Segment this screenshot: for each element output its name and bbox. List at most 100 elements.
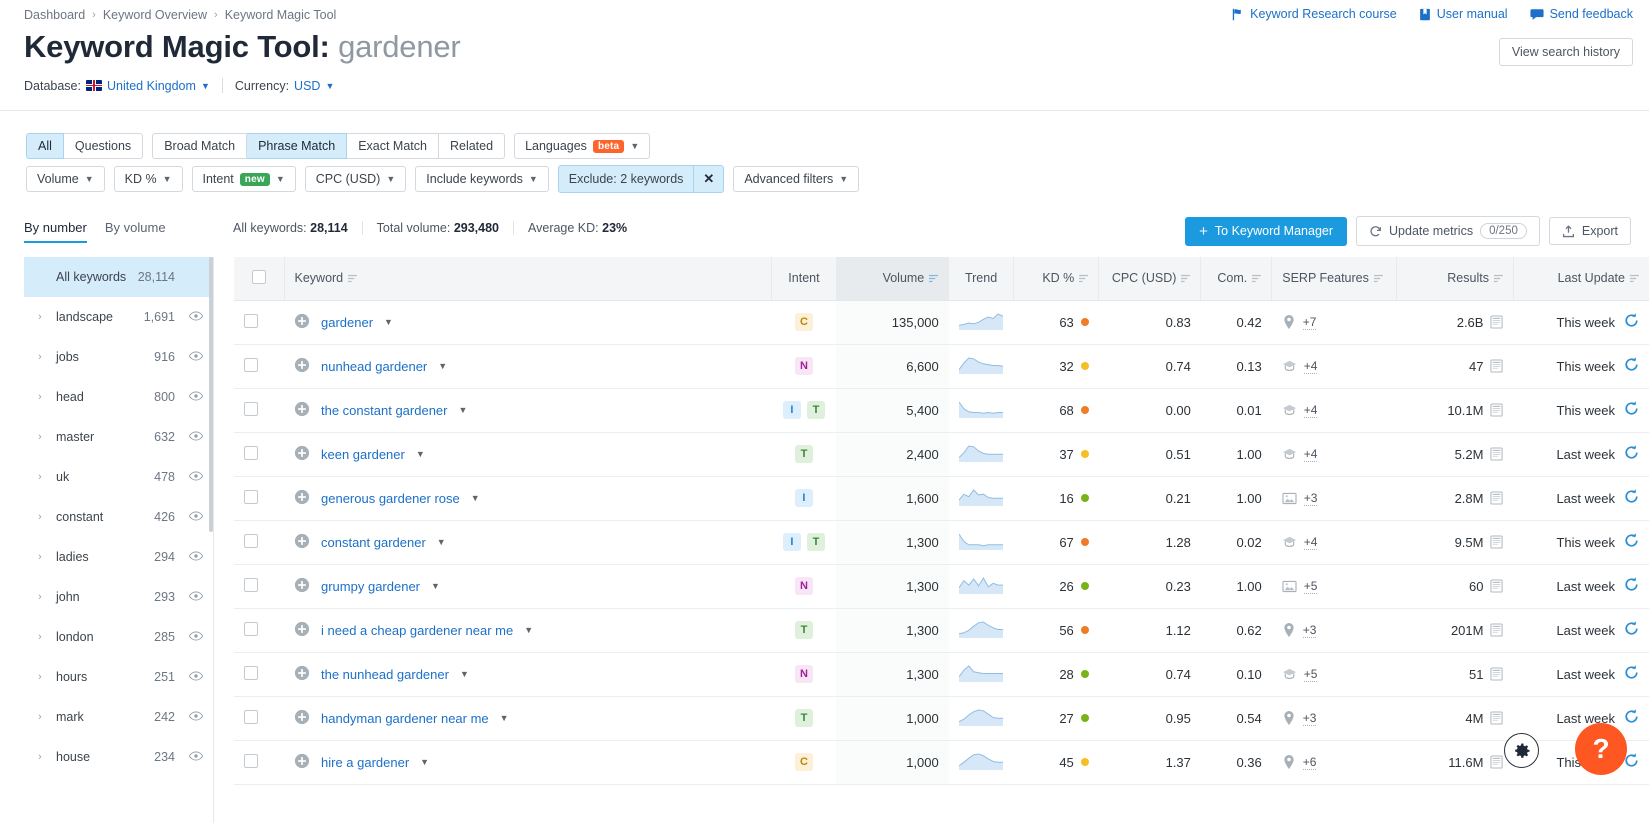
- keyword-link[interactable]: generous gardener rose: [321, 491, 460, 506]
- view-search-history-button[interactable]: View search history: [1498, 38, 1633, 66]
- filter-exclude-keywords[interactable]: Exclude: 2 keywords: [557, 165, 695, 193]
- table-row[interactable]: grumpy gardener ▼ N 1,300 26 0.23 1.00 +5 60 Last…: [234, 564, 1649, 609]
- serp-features-more[interactable]: +4: [1303, 403, 1318, 418]
- database-selector[interactable]: Database: United Kingdom ▼: [24, 79, 210, 93]
- intent-badge-i[interactable]: I: [782, 533, 801, 551]
- row-refresh-button[interactable]: [1624, 489, 1639, 507]
- row-refresh-button[interactable]: [1624, 401, 1639, 419]
- row-checkbox[interactable]: [244, 445, 258, 460]
- row-checkbox[interactable]: [244, 753, 258, 768]
- intent-badge-t[interactable]: T: [794, 621, 813, 639]
- add-keyword-icon[interactable]: [294, 313, 310, 329]
- languages-dropdown[interactable]: Languages beta ▼: [514, 133, 651, 159]
- keyword-menu-icon[interactable]: ▼: [416, 449, 425, 459]
- sidebar-item[interactable]: › ladies 294: [24, 537, 213, 577]
- eye-icon[interactable]: [188, 510, 204, 524]
- intent-badge-n[interactable]: N: [794, 357, 813, 375]
- row-checkbox[interactable]: [244, 709, 258, 724]
- intent-badge-i[interactable]: I: [794, 489, 813, 507]
- keyword-link[interactable]: nunhead gardener: [321, 359, 427, 374]
- sidebar-item[interactable]: › london 285: [24, 617, 213, 657]
- serp-features-more[interactable]: +7: [1302, 315, 1317, 330]
- column-header-volume[interactable]: Volume: [835, 257, 949, 301]
- keyword-menu-icon[interactable]: ▼: [524, 625, 533, 635]
- filter-tab-broad-match[interactable]: Broad Match: [152, 133, 248, 159]
- row-checkbox[interactable]: [244, 621, 258, 636]
- database-value[interactable]: United Kingdom: [107, 79, 196, 93]
- eye-icon[interactable]: [188, 710, 204, 724]
- column-header-serp-features[interactable]: SERP Features: [1271, 257, 1397, 301]
- filter-advanced[interactable]: Advanced filters ▼: [733, 166, 860, 192]
- serp-features-more[interactable]: +3: [1303, 491, 1318, 506]
- intent-badge-i[interactable]: I: [782, 401, 801, 419]
- add-keyword-button[interactable]: [294, 445, 310, 464]
- filter-tab-exact-match[interactable]: Exact Match: [347, 133, 439, 159]
- add-keyword-button[interactable]: [294, 709, 310, 728]
- eye-icon[interactable]: [188, 670, 204, 684]
- keyword-link[interactable]: the nunhead gardener: [321, 667, 449, 682]
- keyword-menu-icon[interactable]: ▼: [437, 537, 446, 547]
- sidebar-tab-by-volume[interactable]: By volume: [105, 220, 166, 243]
- sidebar-tab-by-number[interactable]: By number: [24, 220, 87, 243]
- row-refresh-button[interactable]: [1624, 577, 1639, 595]
- sidebar-item[interactable]: › house 234: [24, 737, 213, 777]
- keyword-menu-icon[interactable]: ▼: [471, 493, 480, 503]
- row-checkbox[interactable]: [244, 489, 258, 504]
- filter-intent[interactable]: Intent new ▼: [191, 166, 296, 192]
- intent-badge-t[interactable]: T: [806, 533, 825, 551]
- keyword-menu-icon[interactable]: ▼: [431, 581, 440, 591]
- eye-icon[interactable]: [188, 310, 204, 324]
- keyword-research-course-link[interactable]: Keyword Research course: [1231, 7, 1397, 21]
- eye-icon[interactable]: [188, 590, 204, 604]
- add-keyword-icon[interactable]: [294, 445, 310, 461]
- sidebar-item[interactable]: › landscape 1,691: [24, 297, 213, 337]
- sidebar-item[interactable]: › constant 426: [24, 497, 213, 537]
- keyword-menu-icon[interactable]: ▼: [500, 713, 509, 723]
- table-row[interactable]: gardener ▼ C 135,000 63 0.83 0.42 +7 2.6B This we…: [234, 300, 1649, 345]
- keyword-link[interactable]: i need a cheap gardener near me: [321, 623, 513, 638]
- add-keyword-button[interactable]: [294, 357, 310, 376]
- to-keyword-manager-button[interactable]: + To Keyword Manager: [1185, 216, 1348, 246]
- settings-fab-button[interactable]: [1504, 733, 1539, 768]
- filter-tab-related[interactable]: Related: [438, 133, 506, 159]
- intent-badge-c[interactable]: C: [794, 313, 813, 331]
- add-keyword-button[interactable]: [294, 533, 310, 552]
- column-header-last-update[interactable]: Last Update: [1512, 257, 1649, 301]
- filter-tab-phrase-match[interactable]: Phrase Match: [247, 133, 348, 159]
- intent-badge-t[interactable]: T: [794, 709, 813, 727]
- row-refresh-button[interactable]: [1624, 753, 1639, 771]
- add-keyword-icon[interactable]: [294, 709, 310, 725]
- table-row[interactable]: nunhead gardener ▼ N 6,600 32 0.74 0.13 +4 47 Thi…: [234, 344, 1649, 389]
- filter-cpc[interactable]: CPC (USD) ▼: [304, 166, 407, 192]
- currency-value[interactable]: USD: [294, 79, 320, 93]
- add-keyword-icon[interactable]: [294, 489, 310, 505]
- sidebar-item[interactable]: All keywords 28,114: [24, 257, 213, 297]
- serp-features-more[interactable]: +3: [1302, 711, 1317, 726]
- sidebar-item[interactable]: › head 800: [24, 377, 213, 417]
- table-row[interactable]: the nunhead gardener ▼ N 1,300 28 0.74 0.10 +5 5…: [234, 652, 1649, 697]
- serp-features-more[interactable]: +5: [1303, 579, 1318, 594]
- currency-selector[interactable]: Currency: USD ▼: [235, 79, 335, 93]
- sidebar-item[interactable]: › jobs 916: [24, 337, 213, 377]
- row-refresh-button[interactable]: [1624, 533, 1639, 551]
- column-header-com[interactable]: Com.: [1200, 257, 1272, 301]
- eye-icon[interactable]: [188, 750, 204, 764]
- keyword-link[interactable]: gardener: [321, 315, 373, 330]
- add-keyword-button[interactable]: [294, 577, 310, 596]
- add-keyword-button[interactable]: [294, 489, 310, 508]
- add-keyword-button[interactable]: [294, 665, 310, 684]
- eye-icon[interactable]: [188, 430, 204, 444]
- add-keyword-button[interactable]: [294, 313, 310, 332]
- keyword-link[interactable]: hire a gardener: [321, 755, 409, 770]
- serp-features-more[interactable]: +4: [1303, 447, 1318, 462]
- row-checkbox[interactable]: [244, 357, 258, 372]
- row-checkbox[interactable]: [244, 533, 258, 548]
- intent-badge-t[interactable]: T: [806, 401, 825, 419]
- send-feedback-link[interactable]: Send feedback: [1530, 7, 1633, 21]
- add-keyword-icon[interactable]: [294, 665, 310, 681]
- keyword-menu-icon[interactable]: ▼: [438, 361, 447, 371]
- add-keyword-icon[interactable]: [294, 621, 310, 637]
- keyword-menu-icon[interactable]: ▼: [384, 317, 393, 327]
- row-refresh-button[interactable]: [1624, 709, 1639, 727]
- keyword-link[interactable]: the constant gardener: [321, 403, 447, 418]
